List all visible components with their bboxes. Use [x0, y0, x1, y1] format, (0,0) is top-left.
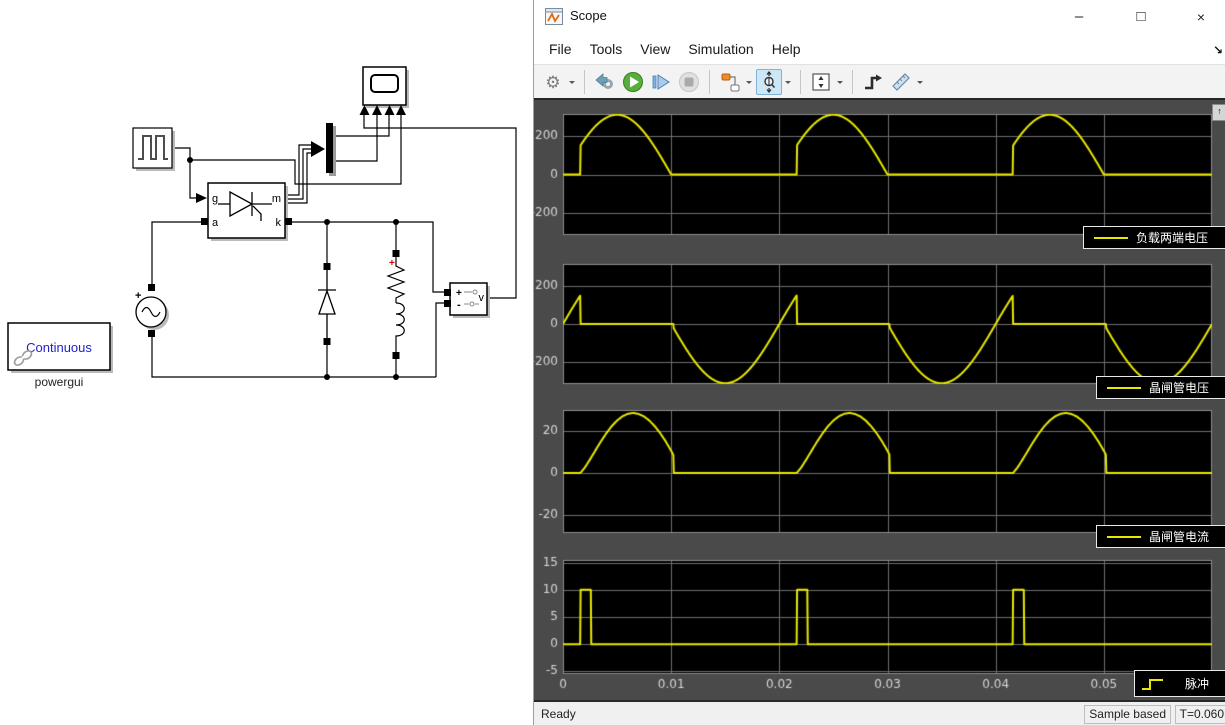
powergui-mode-label: Continuous	[26, 340, 92, 355]
zoom-y-dropdown[interactable]	[783, 69, 793, 95]
zoom-y-button[interactable]	[756, 69, 782, 95]
scope-plots-canvas[interactable]	[534, 100, 1225, 702]
legend-line-sample	[1107, 535, 1141, 538]
measurements-dropdown[interactable]	[915, 69, 925, 95]
stop-button[interactable]	[676, 69, 702, 95]
vm-minus-label: -	[457, 299, 461, 311]
status-sim-time: T=0.060	[1174, 705, 1225, 724]
minimize-button[interactable]: –	[1064, 6, 1094, 28]
diode-block[interactable]	[318, 263, 336, 345]
maximize-button[interactable]: □	[1126, 6, 1156, 28]
stop-icon	[679, 72, 699, 92]
vm-plus-label: +	[456, 288, 462, 299]
toolbar: ⚙	[534, 64, 1225, 100]
rl-plus-label: +	[389, 258, 395, 269]
scope-window: Scope – □ × File Tools View Simulation H…	[533, 0, 1225, 725]
ac-voltage-source-block[interactable]: +	[135, 284, 169, 337]
measurements-button[interactable]	[888, 69, 914, 95]
trigger-icon	[865, 74, 882, 90]
scope-screen-icon	[370, 74, 399, 93]
legend-line-sample	[1107, 386, 1141, 389]
legend-thyristor-current[interactable]: 晶闸管电流	[1096, 525, 1225, 548]
menu-simulation[interactable]: Simulation	[679, 37, 762, 61]
dock-arrow-icon[interactable]: ↘	[1213, 43, 1223, 57]
menu-file[interactable]: File	[540, 37, 581, 61]
scope-app-icon	[545, 8, 563, 25]
powergui-name-label: powergui	[35, 375, 84, 389]
step-forward-icon	[652, 74, 670, 90]
menu-tools[interactable]: Tools	[581, 37, 632, 61]
scale-axes-icon	[812, 73, 830, 91]
step-forward-button[interactable]	[648, 69, 674, 95]
statusbar: Ready Sample based T=0.060	[534, 700, 1225, 725]
voltage-measurement-block[interactable]: + - v	[444, 282, 490, 318]
close-button[interactable]: ×	[1186, 6, 1216, 28]
configuration-button[interactable]: ⚙	[540, 69, 566, 95]
legend-load-voltage[interactable]: 负载两端电压	[1083, 226, 1225, 249]
status-ready: Ready	[541, 707, 576, 721]
window-title: Scope	[570, 8, 607, 23]
zoom-y-icon	[764, 71, 776, 93]
source-plus-label: +	[135, 290, 141, 302]
port-label-g: g	[212, 193, 218, 205]
port-label-k: k	[276, 217, 282, 229]
diode-symbol-icon	[318, 270, 336, 338]
menubar: File Tools View Simulation Help ↘	[534, 33, 1225, 64]
demux-block[interactable]	[326, 123, 336, 176]
menu-view[interactable]: View	[631, 37, 679, 61]
ruler-icon	[892, 73, 910, 91]
configuration-dropdown[interactable]	[567, 69, 577, 95]
wire-junctions	[187, 141, 399, 380]
powergui-block[interactable]: Continuous powergui	[7, 322, 113, 389]
gear-icon: ⚙	[545, 72, 561, 92]
trigger-button[interactable]	[860, 69, 886, 95]
scope-block[interactable]	[359, 66, 410, 115]
simulink-canvas[interactable]: g a m k + - v + + Continuous powergui	[0, 0, 533, 725]
thyristor-block[interactable]: g a m k	[201, 182, 292, 241]
panel-arrow-icon[interactable]: ↑	[1212, 104, 1225, 121]
port-label-a: a	[212, 217, 219, 229]
vm-v-label: v	[479, 292, 485, 304]
status-sample-mode: Sample based	[1084, 705, 1171, 724]
signal-selector-dropdown[interactable]	[744, 69, 754, 95]
gear-arrow-icon	[595, 73, 613, 89]
legend-thyristor-voltage[interactable]: 晶闸管电压	[1096, 376, 1225, 399]
menu-help[interactable]: Help	[763, 37, 810, 61]
resistor-inductor-icon	[386, 257, 406, 352]
scale-axes-button[interactable]	[808, 69, 834, 95]
signal-selector-button[interactable]	[717, 69, 743, 95]
highlight-block-button[interactable]	[592, 69, 618, 95]
titlebar: Scope – □ ×	[534, 0, 1225, 33]
play-icon	[623, 72, 643, 92]
run-button[interactable]	[620, 69, 646, 95]
scope-figure: ↑ 负载两端电压 晶闸管电压 晶闸管电流 脉冲	[534, 98, 1225, 702]
legend-step-sample	[1142, 678, 1163, 690]
scale-axes-dropdown[interactable]	[835, 69, 845, 95]
rl-load-block[interactable]: +	[386, 250, 406, 359]
legend-line-sample	[1094, 236, 1128, 239]
signal-selector-icon	[721, 73, 740, 92]
port-label-m: m	[272, 193, 281, 205]
pulse-generator-block[interactable]	[132, 127, 175, 171]
legend-pulse[interactable]: 脉冲	[1134, 670, 1225, 697]
